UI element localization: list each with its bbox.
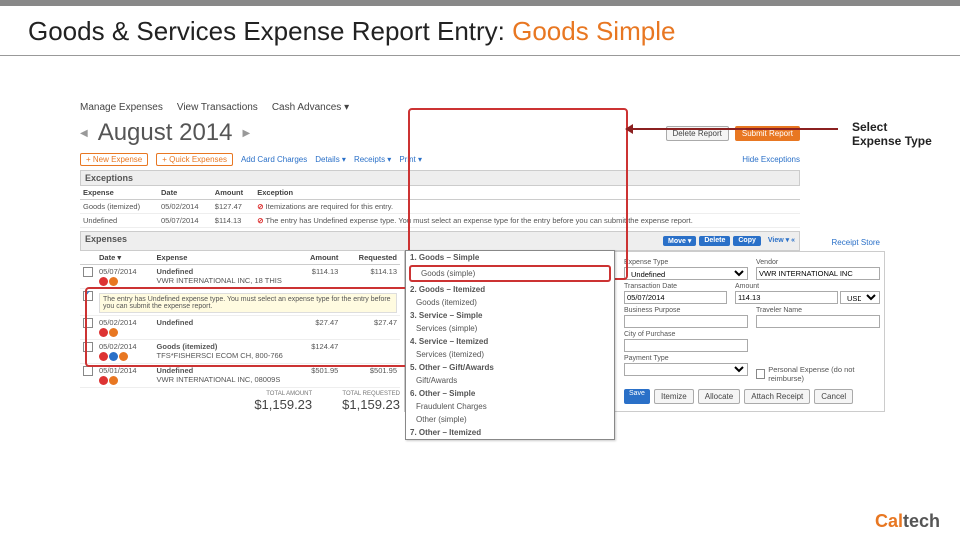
prev-month-icon[interactable]: ◀: [80, 128, 88, 139]
footer-brand: Caltech: [875, 511, 940, 532]
print-link[interactable]: Print ▾: [399, 155, 422, 164]
tab-view[interactable]: View Transactions: [177, 102, 258, 113]
delete-button[interactable]: Delete: [699, 236, 730, 246]
card-icon: [109, 277, 118, 286]
receipt-store-link[interactable]: Receipt Store: [832, 238, 880, 247]
table-row: Goods (itemized)05/02/2014$127.47⊘ Itemi…: [80, 200, 800, 214]
import-link[interactable]: Add Card Charges: [241, 155, 307, 164]
personal-checkbox[interactable]: [756, 369, 765, 379]
row-checkbox[interactable]: [83, 291, 93, 301]
expense-type-dropdown[interactable]: 1. Goods – Simple Goods (simple) 2. Good…: [405, 250, 615, 440]
attach-button[interactable]: Attach Receipt: [744, 389, 810, 404]
dropdown-item[interactable]: Gift/Awards: [406, 374, 614, 387]
dropdown-item[interactable]: Services (itemized): [406, 348, 614, 361]
payment-select[interactable]: [624, 363, 748, 376]
list-item: 05/01/2014UndefinedVWR INTERNATIONAL INC…: [80, 364, 400, 388]
list-item: 05/07/2014UndefinedVWR INTERNATIONAL INC…: [80, 265, 400, 289]
inline-warning: The entry has Undefined expense type. Yo…: [99, 293, 397, 313]
dropdown-item[interactable]: Goods (itemized): [406, 296, 614, 309]
new-expense-button[interactable]: + New Expense: [80, 153, 148, 166]
dropdown-item[interactable]: Other (simple): [406, 413, 614, 426]
nav-tabs: Manage Expenses View Transactions Cash A…: [80, 100, 800, 119]
itemize-button[interactable]: Itemize: [654, 389, 694, 404]
quick-expense-button[interactable]: + Quick Expenses: [156, 153, 233, 166]
row-checkbox[interactable]: [83, 342, 93, 352]
expense-list: Date ▾ExpenseAmountRequested 05/07/2014U…: [80, 251, 400, 388]
table-row: Undefined05/07/2014$114.13⊘ The entry ha…: [80, 214, 800, 228]
allocate-button[interactable]: Allocate: [698, 389, 740, 404]
app-screenshot: Manage Expenses View Transactions Cash A…: [80, 100, 800, 470]
detail-panel: Receipt Store 1. Goods – Simple Goods (s…: [404, 251, 885, 412]
callout-text: Select Expense Type: [852, 120, 932, 148]
city-input[interactable]: [624, 339, 748, 352]
list-item: The entry has Undefined expense type. Yo…: [80, 289, 400, 316]
copy-button[interactable]: Copy: [733, 236, 761, 246]
amount-input[interactable]: [735, 291, 838, 304]
dropdown-item-goods-simple[interactable]: Goods (simple): [409, 265, 611, 282]
dropdown-item[interactable]: Fraudulent Charges: [406, 400, 614, 413]
purpose-input[interactable]: [624, 315, 748, 328]
details-link[interactable]: Details ▾: [315, 155, 346, 164]
delete-report-button[interactable]: Delete Report: [666, 126, 729, 141]
vendor-input[interactable]: [756, 267, 880, 280]
submit-report-button[interactable]: Submit Report: [735, 126, 800, 141]
row-checkbox[interactable]: [83, 267, 93, 277]
list-item: 05/02/2014Undefined$27.47$27.47: [80, 316, 400, 340]
title-highlight: Goods Simple: [512, 16, 675, 46]
month-label: August 2014: [98, 119, 233, 147]
error-icon: ⊘: [257, 216, 263, 225]
slide-title: Goods & Services Expense Report Entry: G…: [0, 6, 960, 56]
cancel-button[interactable]: Cancel: [814, 389, 853, 404]
expenses-header: Expenses Move ▾ Delete Copy View ▾ «: [80, 231, 800, 251]
exceptions-table: ExpenseDateAmountException Goods (itemiz…: [80, 186, 800, 228]
hide-exceptions-link[interactable]: Hide Exceptions: [742, 155, 800, 164]
currency-select[interactable]: USD ▾: [840, 291, 880, 304]
date-input[interactable]: [624, 291, 727, 304]
tab-manage[interactable]: Manage Expenses: [80, 102, 163, 113]
move-button[interactable]: Move ▾: [663, 236, 696, 246]
error-icon: ⊘: [257, 202, 263, 211]
title-prefix: Goods & Services Expense Report Entry:: [28, 16, 512, 46]
traveler-input[interactable]: [756, 315, 880, 328]
list-item: 05/02/2014Goods (itemized)TFS*FISHERSCI …: [80, 340, 400, 364]
save-button[interactable]: Save: [624, 389, 650, 404]
exceptions-header: Exceptions: [80, 170, 800, 186]
receipts-link[interactable]: Receipts ▾: [354, 155, 391, 164]
tab-cash[interactable]: Cash Advances ▾: [272, 102, 349, 113]
error-icon: [99, 277, 108, 286]
personal-label: Personal Expense (do not reimburse): [768, 365, 880, 383]
row-checkbox[interactable]: [83, 366, 93, 376]
expense-type-select[interactable]: Undefined: [624, 267, 748, 280]
dropdown-item[interactable]: Services (simple): [406, 322, 614, 335]
totals: TOTAL AMOUNT$1,159.23 TOTAL REQUESTED$1,…: [80, 391, 400, 412]
row-checkbox[interactable]: [83, 318, 93, 328]
view-toggle[interactable]: View ▾ «: [768, 236, 795, 246]
next-month-icon[interactable]: ▶: [242, 128, 250, 139]
